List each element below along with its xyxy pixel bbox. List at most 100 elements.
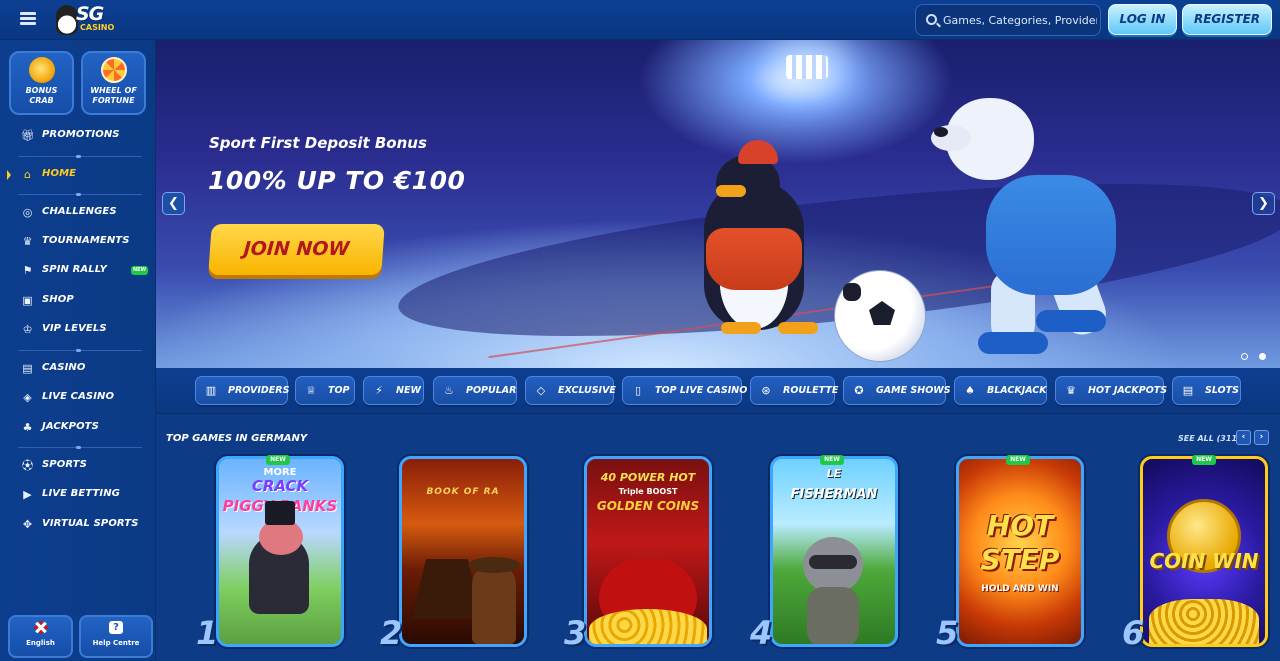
- home-icon: ⌂: [24, 168, 31, 181]
- game-card[interactable]: BOOK OF RA: [399, 456, 527, 647]
- see-all-link[interactable]: SEE ALL (311): [1178, 434, 1241, 443]
- slot-icon: ▤: [22, 362, 33, 375]
- book-icon: ▥: [205, 384, 217, 397]
- category-bar: ▥ PROVIDERS ♕ TOP ⚡︎ NEW ♨ POPULAR ◇ EXC…: [156, 368, 1280, 414]
- games-next-arrow-icon[interactable]: ›: [1254, 430, 1269, 445]
- chip-icon: ◈: [23, 391, 32, 404]
- bear-shoe: [978, 332, 1048, 354]
- hero-banner[interactable]: Sport First Deposit Bonus 100% UP TO €10…: [156, 40, 1280, 368]
- game-card[interactable]: HOT STEP HOLD AND WIN: [956, 456, 1084, 647]
- sidebar-item-live-betting[interactable]: ▶ LIVE BETTING: [0, 484, 156, 506]
- category-slots[interactable]: ▤ SLOTS: [1172, 376, 1241, 405]
- games-prev-arrow-icon[interactable]: ‹: [1236, 430, 1251, 445]
- sidebar-item-casino[interactable]: ▤ CASINO: [0, 358, 156, 380]
- game-card[interactable]: LE FISHERMAN: [770, 456, 898, 647]
- sidebar-item-tournaments[interactable]: ♛ TOURNAMENTS: [0, 231, 156, 253]
- category-label: NEW: [396, 385, 421, 396]
- category-label: BLACKJACK: [987, 385, 1047, 396]
- rank-number: 3: [564, 614, 587, 652]
- gold-coins: [1149, 599, 1259, 644]
- logo[interactable]: SG CASINO: [56, 3, 118, 37]
- sidebar-item-promotions[interactable]: 🎁︎ PROMOTIONS: [0, 125, 156, 147]
- category-label: PROVIDERS: [228, 385, 290, 396]
- sidebar-item-virtual-sports[interactable]: ✥ VIRTUAL SPORTS: [0, 514, 156, 536]
- category-top[interactable]: ♕ TOP: [295, 376, 355, 405]
- penguin-cap: [738, 140, 778, 164]
- raccoon-body: [807, 587, 859, 644]
- search-input[interactable]: [943, 12, 1097, 28]
- register-button[interactable]: REGISTER: [1182, 4, 1272, 35]
- cards-icon: ▯: [634, 384, 642, 397]
- diamond-icon: ◇: [536, 384, 546, 397]
- menu-toggle-icon[interactable]: [20, 12, 36, 26]
- stadium-light-icon: [786, 55, 828, 79]
- game-title: COIN WIN: [1149, 549, 1259, 573]
- search-box[interactable]: [915, 4, 1101, 36]
- sidebar-item-spin-rally[interactable]: ⚑ SPIN RALLY NEW: [0, 260, 156, 282]
- category-label: EXCLUSIVE: [558, 385, 616, 396]
- pot-icon: ♛: [1066, 384, 1076, 397]
- game-card[interactable]: COIN WIN: [1140, 456, 1268, 647]
- sidebar-item-label: VIP LEVELS: [42, 323, 107, 334]
- game-tagline: HOLD AND WIN: [981, 584, 1059, 594]
- hero-next-arrow-icon[interactable]: ❯: [1252, 192, 1275, 215]
- roulette-icon: ⊛: [761, 384, 771, 397]
- divider: [18, 155, 142, 158]
- category-game-shows[interactable]: ✪ GAME SHOWS: [843, 376, 951, 405]
- sidebar-item-jackpots[interactable]: ♣ JACKPOTS: [0, 417, 156, 439]
- sidebar-item-label: CHALLENGES: [42, 206, 117, 217]
- spade-icon: ♠: [965, 384, 975, 397]
- wheel-of-fortune-tile[interactable]: WHEEL OF FORTUNE: [81, 51, 146, 115]
- join-now-button[interactable]: JOIN NOW: [208, 224, 385, 275]
- sidebar-item-label: SHOP: [42, 294, 74, 305]
- category-top-live-casino[interactable]: ▯ TOP LIVE CASINO: [622, 376, 747, 405]
- top-games-section: TOP GAMES IN GERMANY SEE ALL (311) ‹ › N…: [156, 414, 1280, 661]
- category-label: TOP LIVE CASINO: [655, 385, 748, 396]
- tile-label: BONUS CRAB: [25, 86, 58, 105]
- help-centre-button[interactable]: ? Help Centre: [79, 615, 153, 658]
- game-title: HOT: [986, 509, 1054, 542]
- hero-prev-arrow-icon[interactable]: ❮: [162, 192, 185, 215]
- language-selector[interactable]: English: [8, 615, 73, 658]
- penguin-logo-icon: [56, 5, 78, 35]
- hero-subtitle: Sport First Deposit Bonus: [209, 134, 427, 152]
- category-providers[interactable]: ▥ PROVIDERS: [195, 376, 290, 405]
- penguin-foot: [721, 322, 761, 334]
- bonus-crab-tile[interactable]: BONUS CRAB: [9, 51, 74, 115]
- category-roulette[interactable]: ⊛ ROULETTE: [750, 376, 838, 405]
- polar-bear-character: [986, 175, 1116, 295]
- game-card[interactable]: 40 POWER HOT Triple BOOST GOLDEN COINS: [584, 456, 712, 647]
- sidebar-item-shop[interactable]: ▣ SHOP: [0, 290, 156, 312]
- gamepad-icon: ✥: [22, 518, 33, 531]
- sidebar-item-vip-levels[interactable]: ♔ VIP LEVELS: [0, 319, 156, 341]
- sidebar-item-home[interactable]: ⌂ HOME: [0, 164, 156, 186]
- slot-icon: ▤: [1182, 384, 1194, 397]
- sidebar-item-live-casino[interactable]: ◈ LIVE CASINO: [0, 387, 156, 409]
- category-exclusive[interactable]: ◇ EXCLUSIVE: [525, 376, 616, 405]
- gift-icon: 🎁︎: [21, 129, 35, 142]
- fedora-icon: [468, 557, 520, 573]
- rank-number: 6: [1122, 614, 1145, 652]
- category-hot-jackpots[interactable]: ♛ HOT JACKPOTS: [1055, 376, 1167, 405]
- sidebar: BONUS CRAB WHEEL OF FORTUNE 🎁︎ PROMOTIONS …: [0, 40, 156, 661]
- soccer-ball-icon: ⚽︎: [22, 459, 33, 472]
- game-title: BOOK OF RA: [426, 487, 500, 497]
- new-badge: NEW: [131, 266, 148, 275]
- play-icon: ▶: [23, 488, 32, 501]
- divider: [18, 349, 142, 352]
- sidebar-item-label: SPIN RALLY: [42, 264, 107, 275]
- rank-number: 1: [196, 614, 219, 652]
- penguin-foot: [778, 322, 818, 334]
- login-button[interactable]: LOG IN: [1108, 4, 1177, 35]
- sidebar-item-challenges[interactable]: ◎ CHALLENGES: [0, 202, 156, 224]
- category-blackjack[interactable]: ♠ BLACKJACK: [954, 376, 1047, 405]
- sidebar-item-sports[interactable]: ⚽︎ SPORTS: [0, 455, 156, 477]
- game-card[interactable]: CRACK PIGGY BANKS MORE: [216, 456, 344, 647]
- category-new[interactable]: ⚡︎ NEW: [363, 376, 424, 405]
- explorer-character: [472, 564, 516, 644]
- slide-dot-active[interactable]: [1259, 353, 1266, 360]
- slide-dot[interactable]: [1241, 353, 1248, 360]
- logo-text: SG: [76, 3, 104, 25]
- game-tagline: Triple BOOST: [618, 487, 678, 496]
- category-popular[interactable]: ♨ POPULAR: [433, 376, 517, 405]
